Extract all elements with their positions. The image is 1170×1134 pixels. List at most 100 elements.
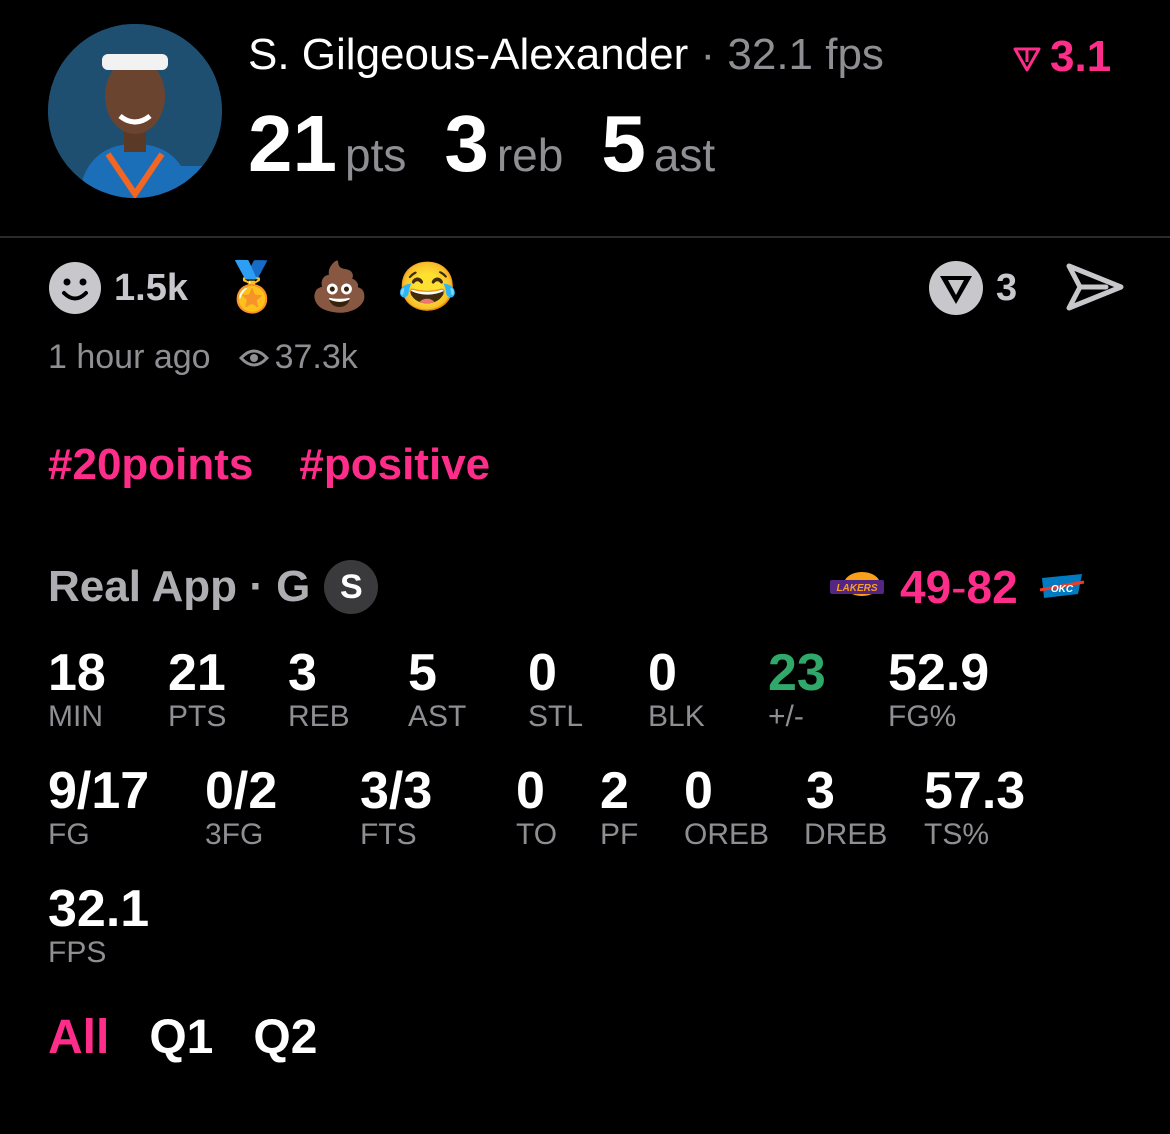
- stat-cell: 3 DREB: [804, 764, 887, 852]
- stat-value: 32.1: [48, 880, 150, 938]
- headline-ast-unit: ast: [653, 129, 716, 181]
- stat-value: 0: [516, 762, 545, 820]
- vote-count: 3: [996, 266, 1018, 309]
- stat-cell-plus-minus: 23 +/-: [768, 646, 826, 734]
- game-source-label: Real App · G: [48, 562, 311, 611]
- game-source: Real App · G S: [48, 560, 379, 614]
- stat-cell: 0 TO: [516, 764, 557, 852]
- stat-value: 0: [648, 644, 677, 702]
- stat-label: DREB: [804, 818, 888, 851]
- okc-logo-text: OKC: [1051, 584, 1074, 595]
- stat-value: 57.3: [924, 762, 1026, 820]
- stat-cell: 21 PTS: [168, 646, 226, 734]
- stat-value: 0/2: [205, 762, 278, 820]
- stat-value: 23: [768, 644, 826, 702]
- player-headshot-icon: [48, 24, 222, 198]
- post-meta: 1 hour ago 37.3k: [48, 338, 358, 377]
- stat-label: TS%: [924, 818, 990, 851]
- stat-value: 0: [528, 644, 557, 702]
- stat-value: 5: [408, 644, 437, 702]
- stat-label: PTS: [168, 700, 227, 733]
- player-name-line: S. Gilgeous-Alexander · 32.1 fps: [248, 30, 884, 80]
- headline-statline: 21 pts 3 reb 5 ast: [248, 98, 753, 190]
- down-arrow-icon: [1013, 47, 1041, 72]
- hashtag-link[interactable]: #20points: [48, 440, 253, 489]
- stat-label: FTS: [360, 818, 417, 851]
- stat-cell: 52.9 FG%: [888, 646, 989, 734]
- stat-label: MIN: [48, 700, 103, 733]
- stat-cell: 5 AST: [408, 646, 466, 734]
- poop-reaction-icon[interactable]: 💩: [310, 260, 370, 316]
- stat-label: REB: [288, 700, 350, 733]
- smiley-reaction-button[interactable]: [48, 261, 102, 315]
- smiley-icon: [49, 262, 101, 314]
- stat-value: 3/3: [360, 762, 433, 820]
- okc-logo-icon: OKC: [1038, 570, 1086, 604]
- stat-value: 9/17: [48, 762, 150, 820]
- game-score[interactable]: LAKERS 49-82 OKC: [828, 560, 1086, 614]
- home-score: 82: [966, 561, 1018, 613]
- stat-value: 3: [288, 644, 317, 702]
- vote-group[interactable]: 3: [928, 260, 1017, 316]
- headline-ast-value: 5: [601, 99, 646, 188]
- hashtag-list: #20points #positive: [48, 440, 536, 490]
- tab-all[interactable]: All: [48, 1010, 109, 1065]
- player-avatar[interactable]: [48, 24, 222, 198]
- away-score: 49: [900, 561, 952, 613]
- stat-label: FG: [48, 818, 90, 851]
- rank-indicator: 3.1: [1012, 32, 1111, 82]
- post-time: 1 hour ago: [48, 338, 211, 376]
- stat-label: BLK: [648, 700, 705, 733]
- tab-q2[interactable]: Q2: [253, 1010, 317, 1065]
- share-button[interactable]: [1066, 262, 1124, 317]
- stat-value: 52.9: [888, 644, 990, 702]
- stat-cell: 32.1 FPS: [48, 882, 149, 970]
- view-count: 37.3k: [274, 338, 358, 376]
- lakers-logo-text: LAKERS: [836, 583, 877, 594]
- stat-cell: 2 PF: [600, 764, 638, 852]
- stat-value: 3: [806, 762, 835, 820]
- headline-pts-unit: pts: [344, 129, 407, 181]
- stat-label: TO: [516, 818, 558, 851]
- stat-cell: 0 STL: [528, 646, 583, 734]
- stat-cell: 0/2 3FG: [205, 764, 277, 852]
- send-icon: [1066, 263, 1124, 311]
- stat-cell: 3 REB: [288, 646, 350, 734]
- stat-value: 18: [48, 644, 106, 702]
- medal-reaction-icon[interactable]: 🏅: [222, 260, 282, 316]
- period-tabs: All Q1 Q2: [48, 1010, 357, 1065]
- stat-cell: 0 BLK: [648, 646, 705, 734]
- laughing-reaction-icon[interactable]: 😂: [398, 260, 458, 316]
- stat-value: 2: [600, 762, 629, 820]
- player-name[interactable]: S. Gilgeous-Alexander: [248, 30, 688, 79]
- stat-cell: 9/17 FG: [48, 764, 149, 852]
- stat-value: 0: [684, 762, 713, 820]
- eye-icon: [238, 349, 269, 366]
- tab-q1[interactable]: Q1: [149, 1010, 213, 1065]
- lakers-logo-icon: LAKERS: [828, 570, 886, 604]
- stat-label: +/-: [768, 700, 804, 733]
- stat-label: 3FG: [205, 818, 264, 851]
- header-divider: [0, 236, 1170, 238]
- stat-label: STL: [528, 700, 584, 733]
- stat-label: OREB: [684, 818, 770, 851]
- stat-cell: 3/3 FTS: [360, 764, 432, 852]
- stat-label: AST: [408, 700, 467, 733]
- score-dash: -: [951, 561, 967, 613]
- status-badge: S: [324, 560, 379, 614]
- reactions-row: 1.5k 🏅 💩 😂: [48, 260, 485, 316]
- stat-label: FPS: [48, 936, 107, 969]
- reaction-count: 1.5k: [114, 266, 188, 309]
- stat-cell: 57.3 TS%: [924, 764, 1025, 852]
- stat-label: PF: [600, 818, 639, 851]
- headline-pts-value: 21: [248, 99, 337, 188]
- view-count-group: 37.3k: [238, 338, 358, 377]
- stat-value: 21: [168, 644, 226, 702]
- hashtag-link[interactable]: #positive: [299, 440, 490, 489]
- vote-icon: [929, 261, 983, 315]
- stat-label: FG%: [888, 700, 957, 733]
- rank-value: 3.1: [1050, 32, 1112, 81]
- name-separator: ·: [700, 30, 716, 79]
- headline-reb-unit: reb: [496, 129, 564, 181]
- headline-reb-value: 3: [444, 99, 489, 188]
